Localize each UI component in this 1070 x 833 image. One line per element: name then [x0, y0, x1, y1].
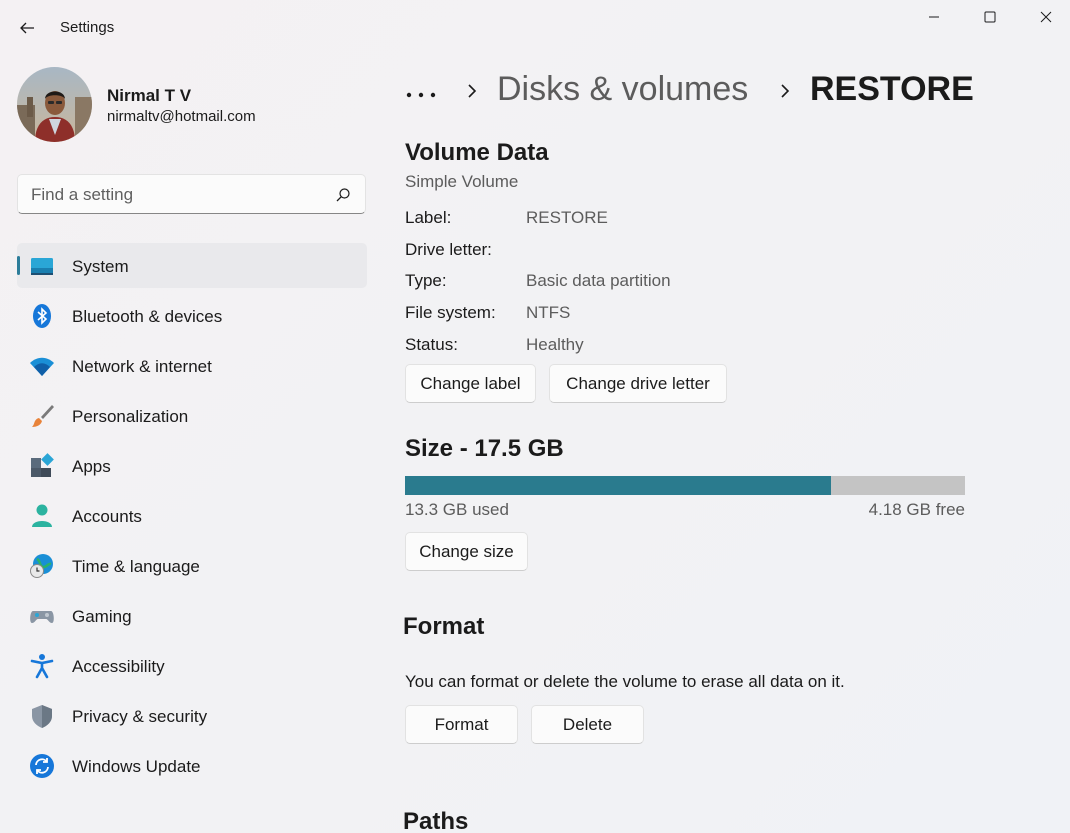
- title-bar: Settings: [0, 0, 1070, 56]
- avatar[interactable]: [17, 67, 92, 142]
- accounts-icon: [32, 504, 52, 527]
- label-property-value: RESTORE: [526, 208, 608, 227]
- sidebar-item-label: Privacy & security: [72, 707, 208, 726]
- sidebar-item-label: Gaming: [72, 607, 132, 626]
- sidebar-item-label: Accessibility: [72, 657, 165, 676]
- system-icon: [31, 258, 53, 275]
- chevron-right-icon: [468, 84, 477, 98]
- app-title: Settings: [60, 19, 115, 36]
- sidebar-item-label: Accounts: [72, 507, 142, 526]
- sidebar-item-label: Personalization: [72, 407, 189, 426]
- sidebar-item-accounts[interactable]: Accounts: [17, 493, 367, 538]
- sidebar-nav: System Bluetooth & devices Network & int…: [17, 243, 367, 793]
- maximize-button[interactable]: [962, 0, 1018, 34]
- size-heading: Size - 17.5 GB: [405, 435, 564, 462]
- gamepad-icon: [30, 611, 54, 623]
- format-button[interactable]: Format: [405, 705, 518, 744]
- used-space-text: 13.3 GB used: [405, 500, 509, 519]
- search-input[interactable]: [31, 184, 331, 206]
- free-space-text: 4.18 GB free: [868, 500, 965, 519]
- sidebar-item-label: Apps: [72, 457, 111, 476]
- search-box[interactable]: [17, 174, 366, 214]
- sidebar-item-system[interactable]: System: [17, 243, 367, 288]
- file-system-property-label: File system:: [405, 303, 496, 322]
- user-email: nirmaltv@hotmail.com: [107, 108, 256, 125]
- shield-icon: [32, 705, 52, 728]
- page-title: RESTORE: [810, 70, 974, 108]
- format-heading: Format: [403, 613, 485, 640]
- bluetooth-icon: [33, 304, 51, 328]
- change-size-button[interactable]: Change size: [405, 532, 528, 571]
- selection-indicator: [17, 256, 20, 275]
- close-button[interactable]: [1018, 0, 1070, 34]
- close-icon: [1040, 11, 1052, 23]
- paths-heading: Paths: [403, 808, 469, 833]
- status-property-label: Status:: [405, 335, 458, 354]
- file-system-property-value: NTFS: [526, 303, 571, 322]
- sidebar-item-gaming[interactable]: Gaming: [17, 593, 367, 638]
- settings-window: Settings Nirmal T V nirmaltv@hotmail.com…: [0, 0, 1070, 833]
- sidebar-item-label: Network & internet: [72, 357, 212, 376]
- sidebar-item-accessibility[interactable]: Accessibility: [17, 643, 367, 688]
- apps-icon: [31, 453, 54, 477]
- back-button[interactable]: [10, 12, 44, 44]
- search-icon[interactable]: [335, 187, 351, 203]
- sidebar-item-label: System: [72, 257, 129, 276]
- sidebar-item-personalization[interactable]: Personalization: [17, 393, 367, 438]
- sidebar-item-bluetooth[interactable]: Bluetooth & devices: [17, 293, 367, 338]
- sidebar-item-windows-update[interactable]: Windows Update: [17, 743, 367, 788]
- type-property-value: Basic data partition: [526, 271, 671, 290]
- change-label-button[interactable]: Change label: [405, 364, 536, 403]
- delete-button[interactable]: Delete: [531, 705, 644, 744]
- disk-usage-bar: [405, 476, 965, 495]
- drive-letter-property-label: Drive letter:: [405, 240, 492, 259]
- back-arrow-icon: [20, 22, 34, 34]
- sidebar-item-label: Bluetooth & devices: [72, 307, 223, 326]
- disk-usage-fill: [405, 476, 831, 495]
- status-property-value: Healthy: [526, 335, 584, 354]
- volume-type-subtitle: Simple Volume: [405, 172, 519, 191]
- wifi-icon: [30, 357, 54, 376]
- breadcrumb-item-disks-volumes[interactable]: Disks & volumes: [497, 70, 748, 109]
- format-description: You can format or delete the volume to e…: [405, 672, 845, 691]
- maximize-icon: [984, 11, 996, 23]
- type-property-label: Type:: [405, 271, 447, 290]
- brush-icon: [32, 405, 54, 427]
- update-icon: [30, 754, 54, 778]
- sidebar-item-time-language[interactable]: Time & language: [17, 543, 367, 588]
- sidebar-item-label: Windows Update: [72, 757, 201, 776]
- user-photo-icon: [17, 67, 92, 142]
- accessibility-icon: [30, 654, 54, 679]
- sidebar-item-privacy-security[interactable]: Privacy & security: [17, 693, 367, 738]
- breadcrumb-more-button[interactable]: [405, 86, 437, 104]
- chevron-right-icon: [781, 84, 790, 98]
- sidebar-item-apps[interactable]: Apps: [17, 443, 367, 488]
- more-dots-icon: [406, 92, 436, 98]
- sidebar-item-label: Time & language: [72, 557, 200, 576]
- change-drive-letter-button[interactable]: Change drive letter: [549, 364, 727, 403]
- user-name: Nirmal T V: [107, 86, 192, 105]
- minimize-icon: [929, 16, 939, 18]
- volume-data-heading: Volume Data: [405, 139, 549, 166]
- label-property-label: Label:: [405, 208, 452, 227]
- minimize-button[interactable]: [906, 0, 962, 34]
- sidebar-item-network[interactable]: Network & internet: [17, 343, 367, 388]
- globe-clock-icon: [30, 554, 53, 578]
